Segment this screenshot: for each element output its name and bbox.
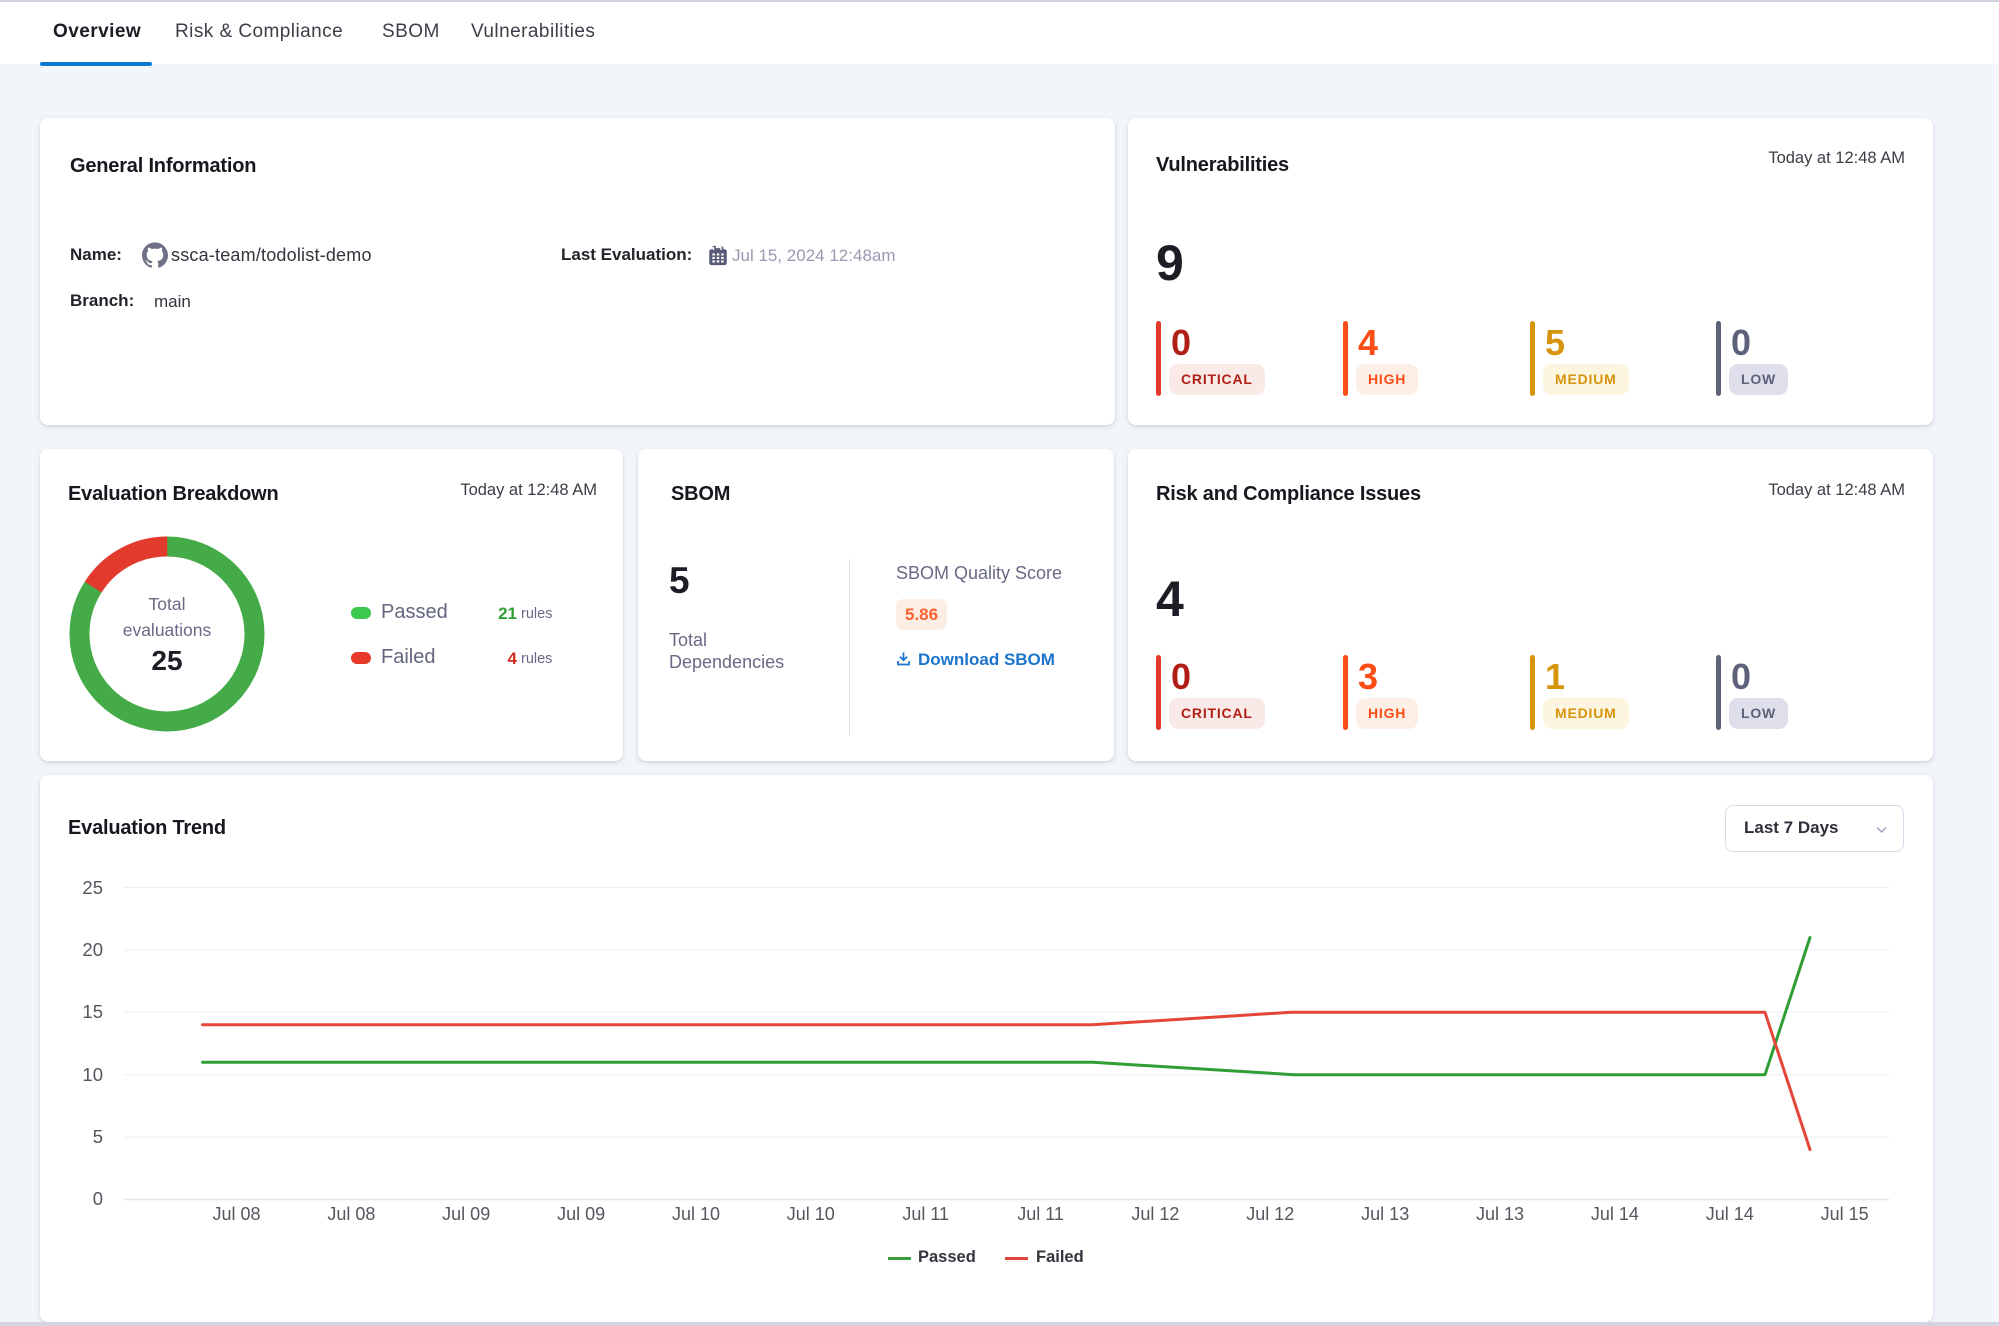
- svg-text:Jul 08: Jul 08: [212, 1204, 260, 1224]
- svg-text:Jul 12: Jul 12: [1131, 1204, 1179, 1224]
- svg-text:0: 0: [93, 1188, 103, 1209]
- svg-text:Jul 10: Jul 10: [672, 1204, 720, 1224]
- svg-text:Jul 11: Jul 11: [902, 1204, 949, 1224]
- svg-text:Jul 13: Jul 13: [1476, 1204, 1524, 1224]
- svg-text:Jul 12: Jul 12: [1246, 1204, 1294, 1224]
- svg-text:Jul 15: Jul 15: [1821, 1204, 1869, 1224]
- svg-text:Jul 09: Jul 09: [442, 1204, 490, 1224]
- svg-text:Jul 14: Jul 14: [1591, 1204, 1639, 1224]
- svg-text:Jul 13: Jul 13: [1361, 1204, 1409, 1224]
- svg-text:25: 25: [82, 877, 103, 898]
- svg-text:Jul 09: Jul 09: [557, 1204, 605, 1224]
- svg-text:Jul 14: Jul 14: [1706, 1204, 1754, 1224]
- svg-text:Jul 11: Jul 11: [1017, 1204, 1064, 1224]
- svg-text:Jul 10: Jul 10: [787, 1204, 835, 1224]
- svg-text:15: 15: [82, 1001, 103, 1022]
- svg-text:20: 20: [82, 939, 103, 960]
- svg-text:5: 5: [93, 1126, 103, 1147]
- svg-text:Jul 08: Jul 08: [327, 1204, 375, 1224]
- svg-text:10: 10: [82, 1064, 103, 1085]
